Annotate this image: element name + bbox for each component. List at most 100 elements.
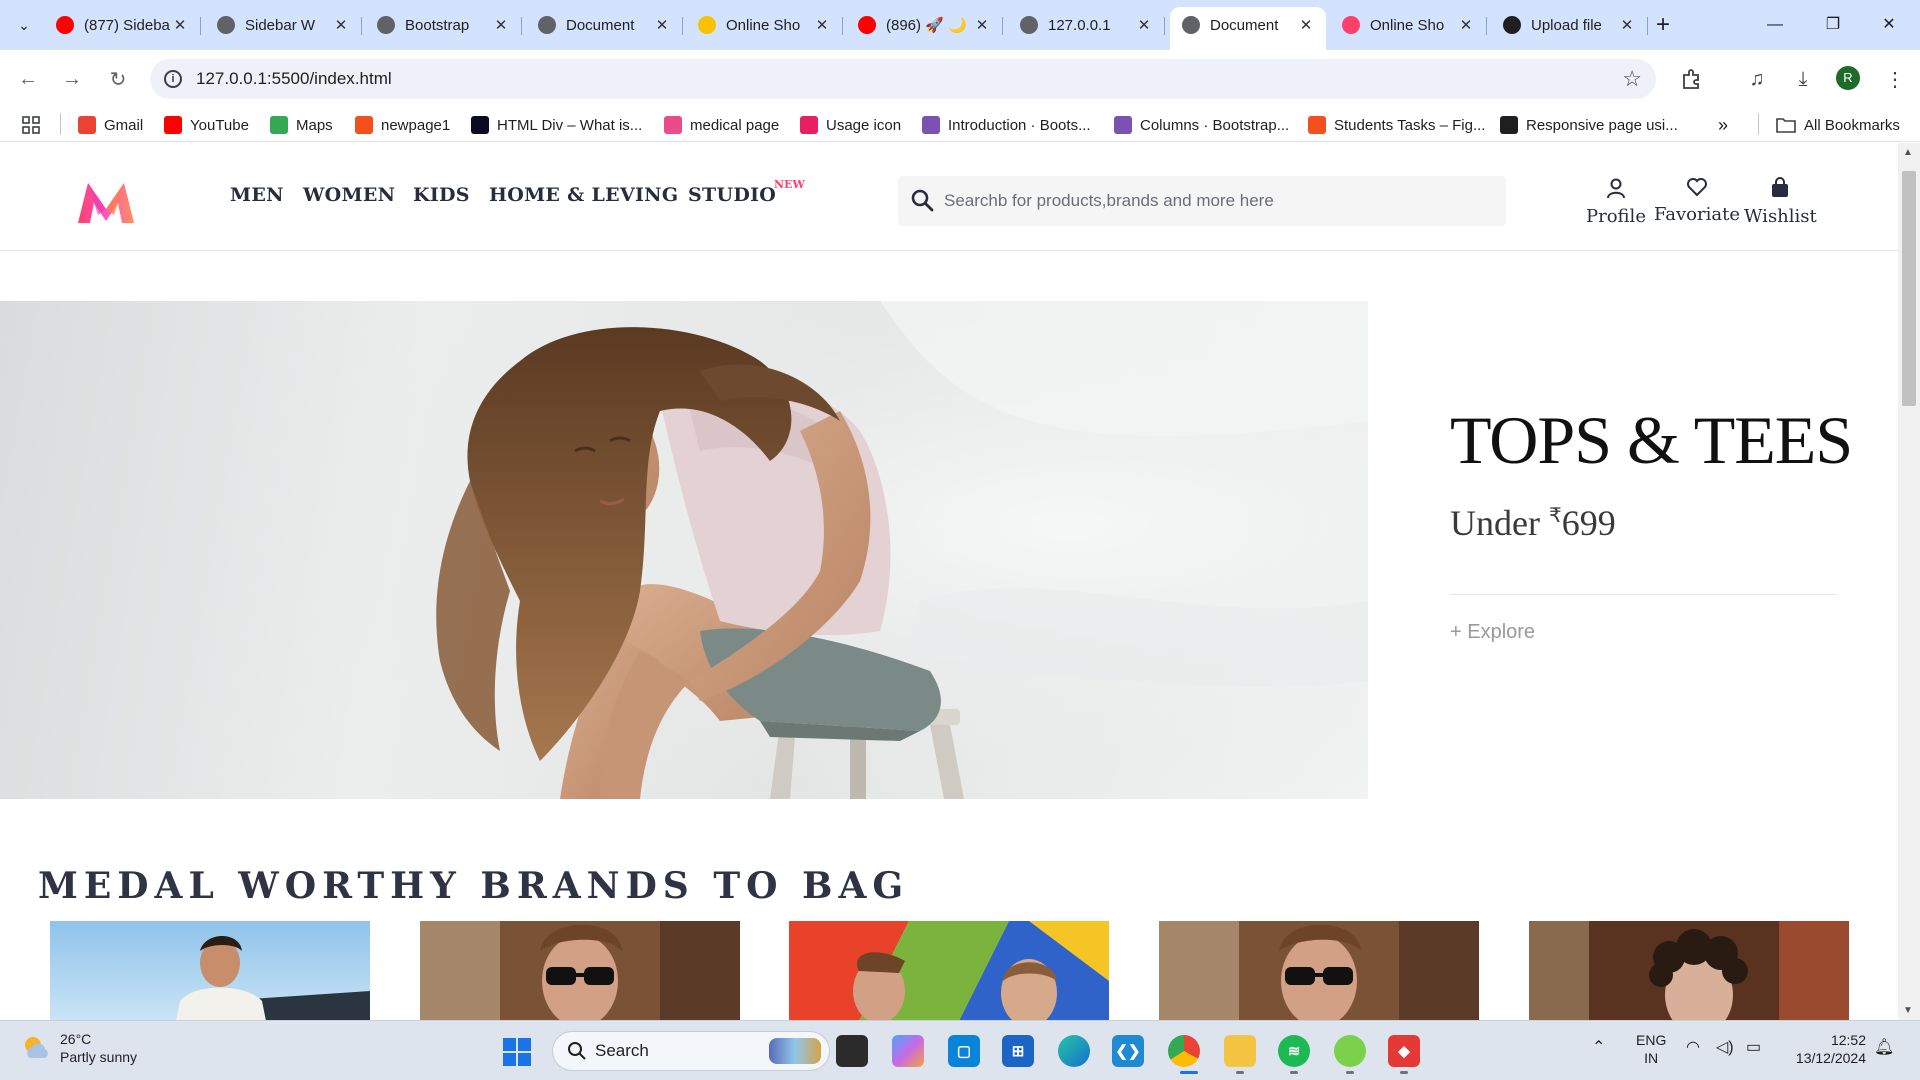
- file-explorer-icon[interactable]: [1224, 1035, 1256, 1067]
- brand-card[interactable]: [50, 921, 370, 1020]
- close-window-button[interactable]: ✕: [1866, 10, 1912, 40]
- close-tab-icon[interactable]: ✕: [972, 16, 992, 34]
- minimize-button[interactable]: —: [1752, 10, 1798, 40]
- bookmark-star-icon[interactable]: ☆: [1622, 66, 1642, 92]
- bookmark-item[interactable]: Usage icon: [800, 114, 901, 136]
- product-search-input[interactable]: Searchb for products,brands and more her…: [898, 176, 1506, 226]
- nav-men[interactable]: MEN: [230, 184, 284, 206]
- download-icon[interactable]: ⤓: [1788, 64, 1818, 94]
- bookmark-item[interactable]: Columns · Bootstrap...: [1114, 114, 1289, 136]
- menu-kebab-icon[interactable]: ⋮: [1880, 64, 1910, 94]
- reload-icon[interactable]: ↻: [102, 63, 134, 95]
- profile-avatar[interactable]: R: [1836, 66, 1860, 90]
- scroll-thumb[interactable]: [1902, 171, 1916, 406]
- close-tab-icon[interactable]: ✕: [331, 16, 351, 34]
- extensions-icon[interactable]: [1676, 64, 1706, 94]
- browser-tab[interactable]: Online Sho ✕: [1330, 7, 1487, 43]
- back-icon[interactable]: ←: [12, 63, 44, 95]
- nav-kids[interactable]: KIDS: [413, 184, 470, 206]
- bookmark-item[interactable]: YouTube: [164, 114, 249, 136]
- brand-card[interactable]: [1159, 921, 1479, 1020]
- close-tab-icon[interactable]: ✕: [1456, 16, 1476, 34]
- microsoft-store-icon[interactable]: ⊞: [1002, 1035, 1034, 1067]
- hero-title: TOPS & TEES: [1450, 402, 1853, 478]
- chrome-icon[interactable]: [1168, 1035, 1200, 1067]
- brand-card[interactable]: [789, 921, 1109, 1020]
- new-tab-button[interactable]: +: [1650, 12, 1676, 38]
- close-tab-icon[interactable]: ✕: [491, 16, 511, 34]
- favoriate-button[interactable]: Favoriate: [1654, 177, 1740, 225]
- volume-icon[interactable]: ◁): [1716, 1039, 1734, 1057]
- browser-tab[interactable]: (877) Sidebar ✕: [44, 7, 201, 43]
- red-app-icon[interactable]: ◆: [1388, 1035, 1420, 1067]
- profile-button[interactable]: Profile: [1586, 177, 1646, 227]
- bookmark-item[interactable]: Gmail: [78, 114, 143, 136]
- close-tab-icon[interactable]: ✕: [1134, 16, 1154, 34]
- media-control-icon[interactable]: ♫: [1742, 64, 1772, 94]
- tab-title: 127.0.0.1: [1048, 16, 1111, 34]
- browser-tab[interactable]: Upload file ✕: [1491, 7, 1648, 43]
- nav-home-leving[interactable]: HOME & LEVING: [489, 184, 678, 206]
- windows-start-icon[interactable]: [502, 1037, 532, 1067]
- forward-icon[interactable]: →: [56, 63, 88, 95]
- close-tab-icon[interactable]: ✕: [652, 16, 672, 34]
- explore-link[interactable]: + Explore: [1450, 621, 1836, 644]
- close-tab-icon[interactable]: ✕: [1296, 16, 1316, 34]
- close-tab-icon[interactable]: ✕: [812, 16, 832, 34]
- bookmark-item[interactable]: Students Tasks – Fig...: [1308, 114, 1485, 136]
- close-tab-icon[interactable]: ✕: [1617, 16, 1637, 34]
- site-info-icon[interactable]: i: [164, 70, 182, 88]
- bookmark-item[interactable]: Responsive page usi...: [1500, 114, 1678, 136]
- nav-women[interactable]: WOMEN: [303, 184, 395, 206]
- browser-tab[interactable]: 127.0.0.1 ✕: [1008, 7, 1165, 43]
- address-bar[interactable]: i 127.0.0.1:5500/index.html ☆: [150, 59, 1656, 99]
- taskbar-search-input[interactable]: Search: [552, 1031, 830, 1071]
- browser-tab[interactable]: Document ✕: [526, 7, 683, 43]
- hero-banner-image[interactable]: [0, 301, 1368, 799]
- bookmark-item[interactable]: Introduction · Boots...: [922, 114, 1091, 136]
- nav-studio[interactable]: STUDIO: [688, 184, 776, 206]
- all-bookmarks[interactable]: All Bookmarks: [1776, 114, 1900, 136]
- github-icon: [1500, 116, 1518, 134]
- browser-tab[interactable]: Bootstrap ✕: [365, 7, 522, 43]
- browser-tab[interactable]: Document ✕: [1170, 7, 1326, 50]
- scroll-up-icon[interactable]: ▲: [1903, 147, 1913, 158]
- tray-overflow-icon[interactable]: ⌃: [1592, 1039, 1605, 1057]
- region-code: IN: [1644, 1050, 1659, 1066]
- spotify-icon[interactable]: ≋: [1278, 1035, 1310, 1067]
- vscode-icon[interactable]: ❮❯: [1112, 1035, 1144, 1067]
- app-blue-icon[interactable]: ▢: [948, 1035, 980, 1067]
- bookmark-item[interactable]: newpage1: [355, 114, 450, 136]
- bookmark-item[interactable]: HTML Div – What is...: [471, 114, 642, 136]
- myntra-logo-icon[interactable]: [76, 179, 136, 225]
- task-view-icon[interactable]: [836, 1035, 868, 1067]
- language-indicator[interactable]: ENG IN: [1636, 1031, 1666, 1067]
- windows-taskbar: 26°C Partly sunny Search ▢ ⊞ ❮❯ ≋ ◆ ⌃ EN…: [0, 1020, 1920, 1080]
- copilot-icon[interactable]: [892, 1035, 924, 1067]
- browser-tab[interactable]: (896) 🚀 🌙 ✕: [846, 7, 1003, 43]
- battery-icon[interactable]: ▭: [1746, 1039, 1761, 1057]
- wifi-icon[interactable]: ◠: [1686, 1039, 1700, 1057]
- brand-card[interactable]: [420, 921, 740, 1020]
- tab-search-chevron-icon[interactable]: ⌄: [10, 11, 38, 39]
- restore-button[interactable]: ❐: [1810, 10, 1856, 40]
- weather-widget[interactable]: 26°C Partly sunny: [20, 1030, 137, 1066]
- page-scrollbar[interactable]: ▲ ▼: [1898, 143, 1920, 1020]
- bookmarks-overflow-icon[interactable]: »: [1718, 114, 1728, 136]
- browser-tab[interactable]: Sidebar W ✕: [205, 7, 362, 43]
- edge-icon[interactable]: [1058, 1035, 1090, 1067]
- clock[interactable]: 12:52 13/12/2024: [1786, 1031, 1866, 1067]
- notification-bell-icon[interactable]: 🔔︎: [1874, 1039, 1894, 1057]
- wishlist-button[interactable]: Wishlist: [1744, 177, 1817, 227]
- tab-title: Document: [566, 16, 635, 34]
- close-tab-icon[interactable]: ✕: [170, 16, 190, 34]
- bookmark-item[interactable]: Maps: [270, 114, 333, 136]
- apps-grid-icon[interactable]: [22, 114, 40, 136]
- brand-card[interactable]: [1529, 921, 1849, 1020]
- browser-tab[interactable]: Online Sho ✕: [686, 7, 843, 43]
- green-app-icon[interactable]: [1334, 1035, 1366, 1067]
- bookmark-item[interactable]: medical page: [664, 114, 779, 136]
- scroll-down-icon[interactable]: ▼: [1903, 1005, 1913, 1016]
- maps-icon: [270, 116, 288, 134]
- weather-desc: Partly sunny: [60, 1049, 138, 1065]
